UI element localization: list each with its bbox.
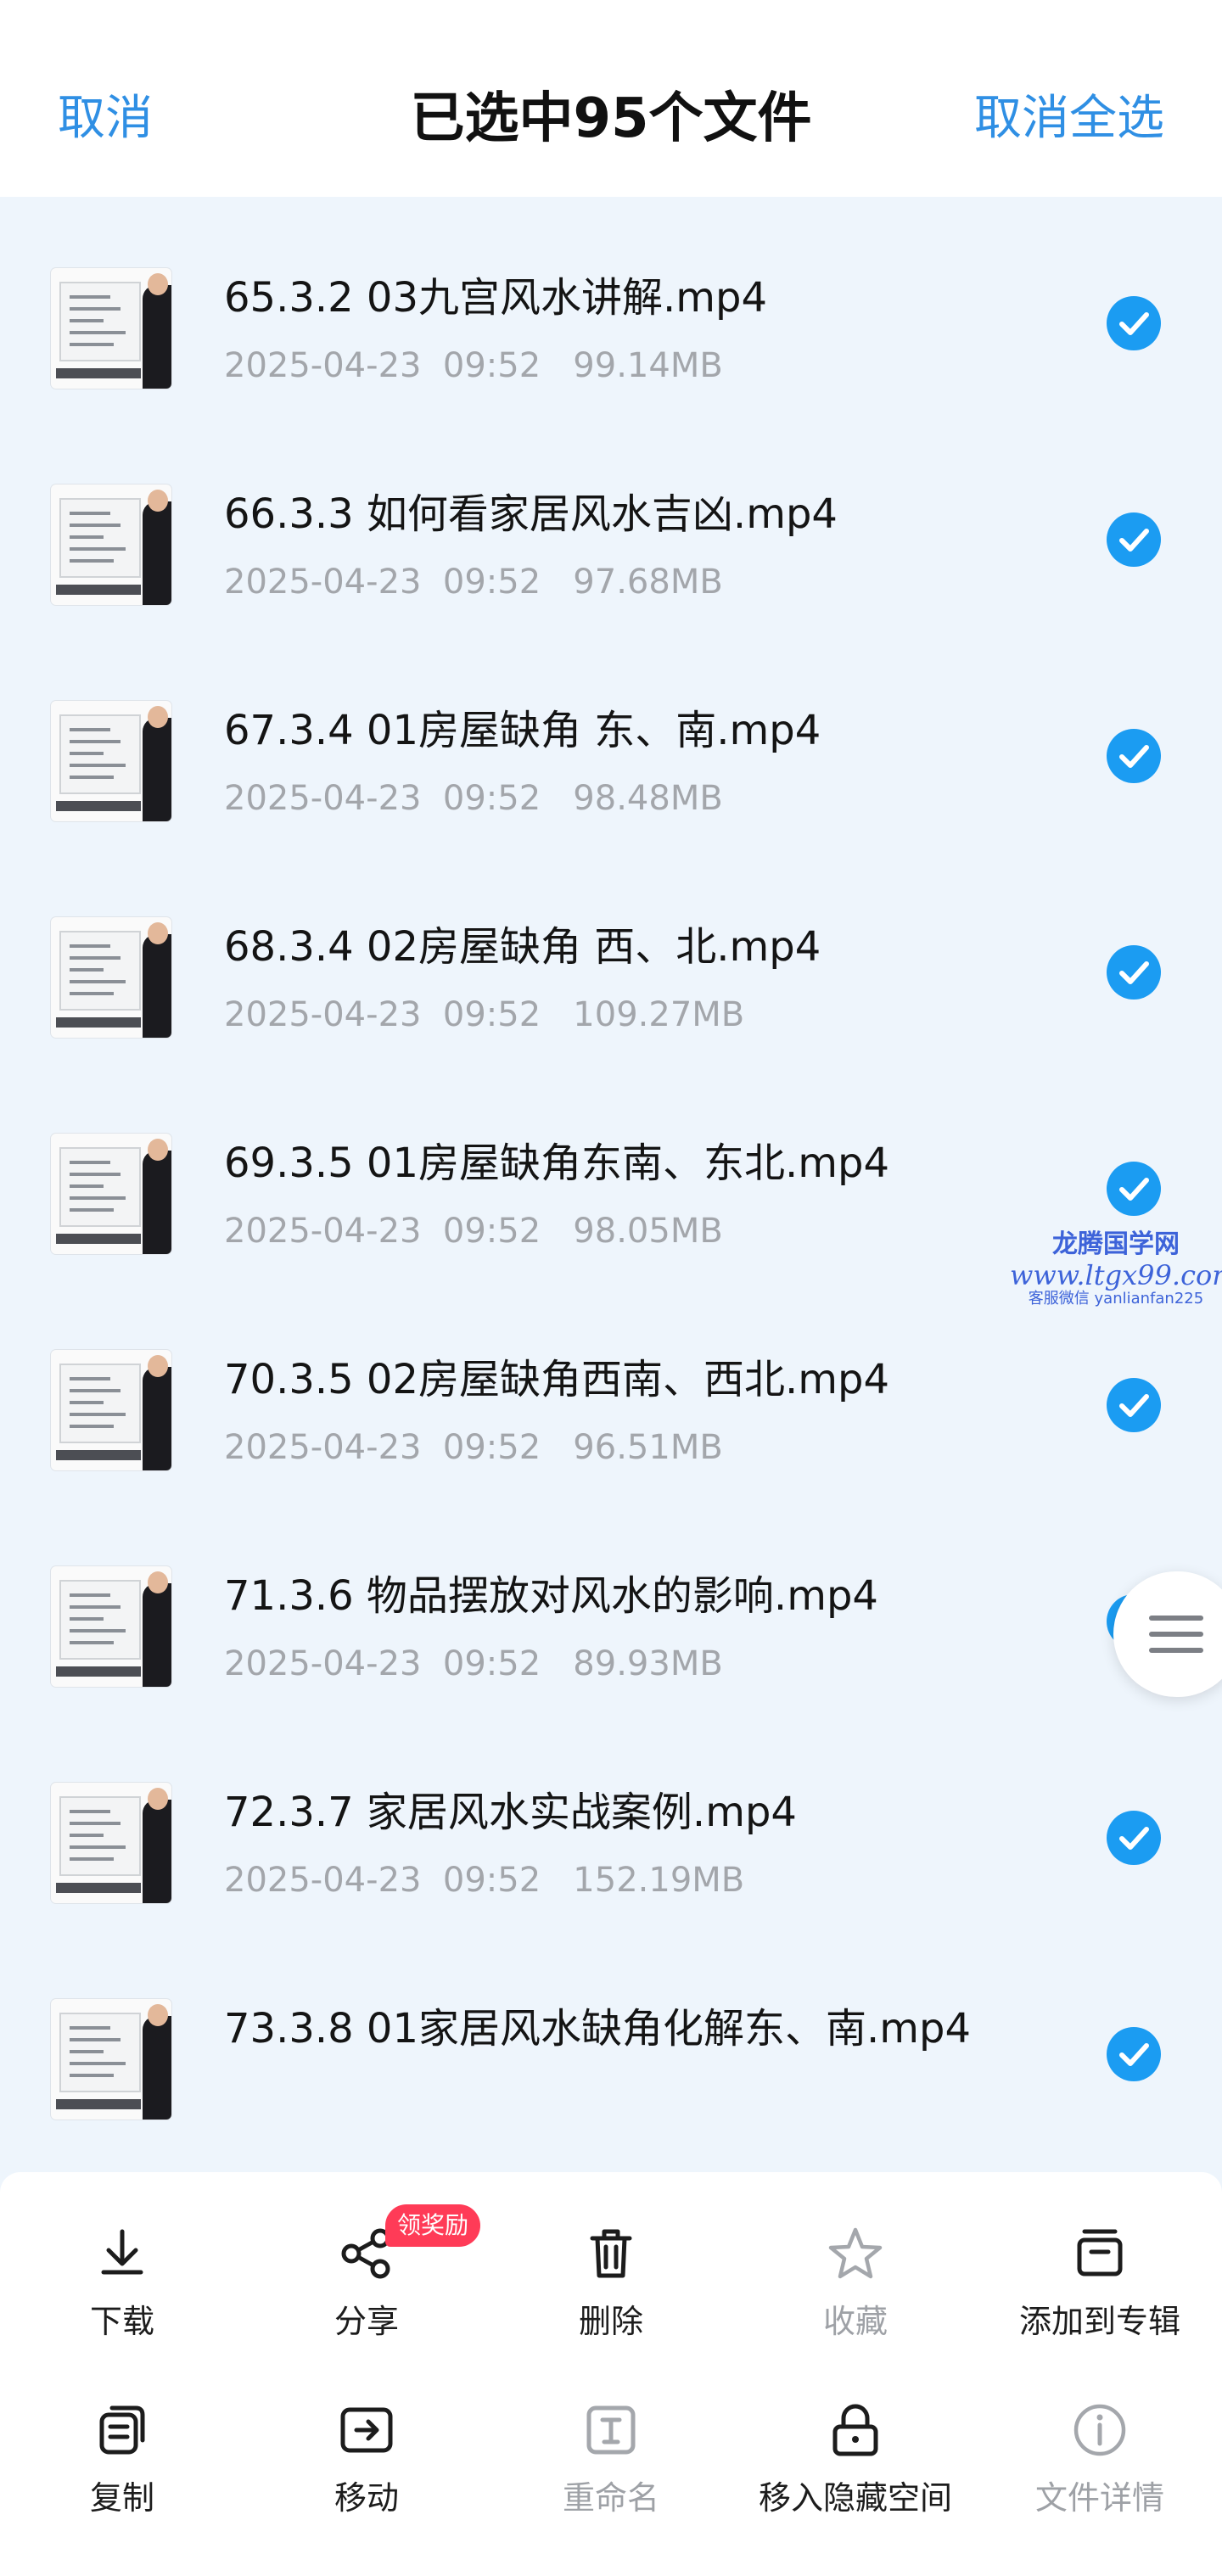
- file-meta: 2025-04-23 09:52 99.14MB: [224, 346, 723, 385]
- file-meta: 2025-04-23 09:52 152.19MB: [224, 1861, 745, 1900]
- checkmark-icon[interactable]: [1107, 1378, 1161, 1432]
- toolbar-label: 移动: [334, 2479, 399, 2517]
- video-thumbnail: [51, 1134, 171, 1254]
- checkmark-icon[interactable]: [1107, 296, 1161, 350]
- toolbar-label: 收藏: [822, 2303, 888, 2340]
- file-row[interactable]: 65.3.2 03九宫风水讲解.mp4 2025-04-23 09:52 99.1…: [0, 221, 1222, 438]
- file-name: 67.3.4 01房屋缺角 东、南.mp4: [224, 707, 821, 754]
- file-meta: 2025-04-23 09:52 98.05MB: [224, 1212, 723, 1251]
- menu-line-icon: [1149, 1632, 1203, 1637]
- file-list[interactable]: 64.3.2 02九宫风水讲解.mp42025-04-23 09:52 98.1…: [0, 197, 1222, 2172]
- watermark-line-2: www.ltgx99.com: [1010, 1258, 1222, 1291]
- info-button[interactable]: 文件详情: [978, 2374, 1222, 2544]
- toolbar-label: 文件详情: [1034, 2479, 1164, 2517]
- file-meta: 2025-04-23 09:52 109.27MB: [224, 995, 745, 1034]
- menu-line-icon: [1149, 1616, 1203, 1621]
- status-bar: [0, 0, 1222, 17]
- add-to-album-button[interactable]: 添加到专辑: [978, 2198, 1222, 2367]
- file-meta: 2025-04-23 09:52 89.93MB: [224, 1644, 723, 1683]
- rename-button[interactable]: 重命名: [489, 2374, 733, 2544]
- header: 取消 已选中95个文件 取消全选: [0, 0, 1222, 197]
- toolbar-label: 移入隐藏空间: [758, 2479, 952, 2517]
- star-icon: [828, 2227, 883, 2279]
- file-name: 70.3.5 02房屋缺角西南、西北.mp4: [224, 1356, 890, 1403]
- star-button[interactable]: 收藏: [733, 2198, 978, 2367]
- file-name: 68.3.4 02房屋缺角 西、北.mp4: [224, 923, 821, 971]
- move-icon: [340, 2407, 393, 2453]
- file-row[interactable]: 67.3.4 01房屋缺角 东、南.mp4 2025-04-23 09:52 98…: [0, 654, 1222, 871]
- video-thumbnail: [51, 268, 171, 389]
- video-thumbnail: [51, 1566, 171, 1687]
- video-thumbnail: [51, 1999, 171, 2120]
- file-row[interactable]: 66.3.3 如何看家居风水吉凶.mp4 2025-04-23 09:52 97.…: [0, 438, 1222, 654]
- file-name: 73.3.8 01家居风水缺角化解东、南.mp4: [224, 2005, 972, 2052]
- file-name: 66.3.3 如何看家居风水吉凶.mp4: [224, 490, 838, 538]
- file-meta: 2025-04-23 09:52 97.68MB: [224, 563, 723, 602]
- copy-button[interactable]: 复制: [0, 2374, 244, 2544]
- file-row[interactable]: 72.3.7 家居风水实战案例.mp4 2025-04-23 09:52 152.…: [0, 1736, 1222, 1952]
- file-name: 71.3.6 物品摆放对风水的影响.mp4: [224, 1572, 878, 1620]
- trash-button[interactable]: 删除: [489, 2198, 733, 2367]
- bottom-toolbar: 下载 分享 领奖励删除 收藏 添加到专辑复制 移动 重命名 移入隐藏空间 文件详情: [0, 2172, 1222, 2576]
- toolbar-label: 删除: [578, 2303, 643, 2340]
- video-thumbnail: [51, 484, 171, 605]
- checkmark-icon[interactable]: [1107, 729, 1161, 783]
- watermark: 龙腾国学网 www.ltgx99.com 客服微信 yanlianfan225: [1010, 1229, 1222, 1308]
- album-icon: [1077, 2229, 1123, 2276]
- watermark-line-3: 客服微信 yanlianfan225: [1028, 1290, 1204, 1308]
- move-button[interactable]: 移动: [244, 2374, 489, 2544]
- reward-badge[interactable]: 领奖励: [385, 2204, 481, 2247]
- copy-icon: [99, 2405, 145, 2455]
- toolbar-label: 添加到专辑: [1018, 2303, 1180, 2340]
- video-thumbnail: [51, 1350, 171, 1470]
- rename-icon: [586, 2405, 636, 2455]
- share-button[interactable]: 分享 领奖励: [244, 2198, 489, 2367]
- checkmark-icon[interactable]: [1107, 1811, 1161, 1865]
- file-name: 72.3.7 家居风水实战案例.mp4: [224, 1789, 797, 1836]
- file-name: 65.3.2 03九宫风水讲解.mp4: [224, 274, 768, 322]
- file-name: 69.3.5 01房屋缺角东南、东北.mp4: [224, 1140, 890, 1187]
- menu-line-icon: [1149, 1648, 1203, 1653]
- lock-button[interactable]: 移入隐藏空间: [733, 2374, 978, 2544]
- toolbar-label: 下载: [89, 2303, 154, 2340]
- checkmark-icon[interactable]: [1107, 2027, 1161, 2081]
- video-thumbnail: [51, 917, 171, 1038]
- file-row[interactable]: 68.3.4 02房屋缺角 西、北.mp4 2025-04-23 09:52 10…: [0, 871, 1222, 1087]
- file-meta: 2025-04-23 09:52 96.51MB: [224, 1428, 723, 1467]
- toolbar-label: 重命名: [562, 2479, 659, 2517]
- info-icon: [1073, 2404, 1126, 2456]
- file-row[interactable]: 64.3.2 02九宫风水讲解.mp42025-04-23 09:52 98.1…: [0, 197, 1222, 221]
- toolbar-label: 复制: [89, 2479, 154, 2517]
- checkmark-icon[interactable]: [1107, 512, 1161, 567]
- video-thumbnail: [51, 701, 171, 821]
- file-list-content: 64.3.2 02九宫风水讲解.mp42025-04-23 09:52 98.1…: [0, 197, 1222, 2169]
- checkmark-icon[interactable]: [1107, 1162, 1161, 1216]
- file-row[interactable]: 71.3.6 物品摆放对风水的影响.mp4 2025-04-23 09:52 89…: [0, 1520, 1222, 1736]
- checkmark-icon[interactable]: [1107, 945, 1161, 1000]
- file-row[interactable]: 70.3.5 02房屋缺角西南、西北.mp4 2025-04-23 09:52 9…: [0, 1303, 1222, 1520]
- video-thumbnail: [51, 1783, 171, 1903]
- toolbar-label: 分享: [334, 2303, 399, 2340]
- deselect-all-button[interactable]: 取消全选: [974, 85, 1164, 153]
- download-button[interactable]: 下载: [0, 2198, 244, 2367]
- file-row[interactable]: 73.3.8 01家居风水缺角化解东、南.mp4: [0, 1952, 1222, 2169]
- trash-icon: [590, 2229, 632, 2278]
- download-icon: [101, 2229, 143, 2275]
- file-meta: 2025-04-23 09:52 98.48MB: [224, 779, 723, 818]
- watermark-line-1: 龙腾国学网: [1052, 1229, 1180, 1259]
- lock-icon: [832, 2404, 878, 2456]
